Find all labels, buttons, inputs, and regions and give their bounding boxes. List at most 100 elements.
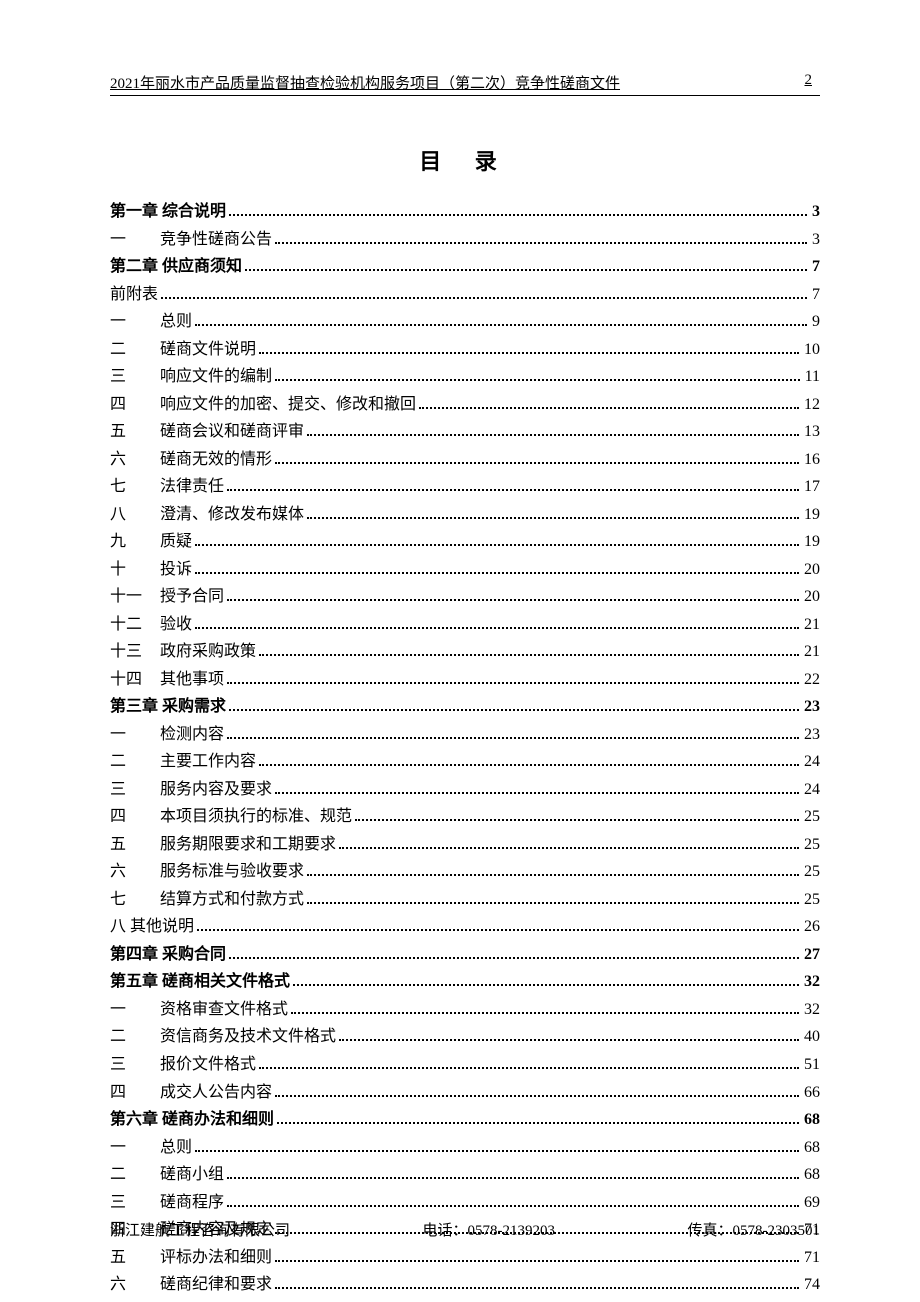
toc-leader bbox=[229, 203, 807, 216]
toc-entry-title: 总则 bbox=[160, 313, 192, 330]
toc-leader bbox=[259, 643, 799, 656]
toc-leader bbox=[227, 671, 799, 684]
toc-leader bbox=[275, 1084, 799, 1097]
toc-entry-title: 磋商文件说明 bbox=[160, 341, 256, 358]
toc-entry-label: 二磋商文件说明 bbox=[110, 336, 256, 364]
toc-leader bbox=[275, 781, 799, 794]
toc-row: 第三章 采购需求 23 bbox=[110, 693, 820, 721]
toc-row: 四成交人公告内容 66 bbox=[110, 1079, 820, 1107]
toc-entry-title: 竞争性磋商公告 bbox=[160, 231, 272, 248]
table-of-contents: 第一章 综合说明 3一竞争性磋商公告 3第二章 供应商须知 7前附表7一总则 9… bbox=[110, 198, 820, 1299]
toc-page-number: 27 bbox=[802, 941, 820, 969]
toc-page-number: 51 bbox=[802, 1051, 820, 1079]
toc-leader bbox=[339, 836, 799, 849]
header-page-number: 2 bbox=[805, 72, 821, 93]
toc-entry-title: 服务标准与验收要求 bbox=[160, 863, 304, 880]
toc-page-number: 23 bbox=[802, 721, 820, 749]
toc-entry-title: 总则 bbox=[160, 1139, 192, 1156]
toc-entry-label: 第二章 供应商须知 bbox=[110, 253, 242, 281]
toc-page-number: 21 bbox=[802, 611, 820, 639]
toc-entry-label: 第四章 采购合同 bbox=[110, 941, 226, 969]
toc-row: 二资信商务及技术文件格式 40 bbox=[110, 1023, 820, 1051]
toc-entry-title: 磋商办法和细则 bbox=[162, 1111, 274, 1128]
toc-leader bbox=[355, 809, 799, 822]
toc-row: 五磋商会议和磋商评审 13 bbox=[110, 418, 820, 446]
toc-entry-title: 政府采购政策 bbox=[160, 643, 256, 660]
toc-page-number: 68 bbox=[802, 1161, 820, 1189]
toc-entry-label: 五磋商会议和磋商评审 bbox=[110, 418, 304, 446]
toc-row: 十三政府采购政策 21 bbox=[110, 638, 820, 666]
toc-row: 一资格审查文件格式 32 bbox=[110, 996, 820, 1024]
toc-leader bbox=[419, 396, 799, 409]
toc-entry-title: 其他说明 bbox=[130, 918, 194, 935]
toc-entry-label: 三服务内容及要求 bbox=[110, 776, 272, 804]
toc-entry-label: 十一授予合同 bbox=[110, 583, 224, 611]
toc-page-number: 20 bbox=[802, 556, 820, 584]
toc-entry-label: 六服务标准与验收要求 bbox=[110, 858, 304, 886]
toc-page-number: 24 bbox=[802, 776, 820, 804]
toc-row: 七法律责任 17 bbox=[110, 473, 820, 501]
toc-entry-title: 服务期限要求和工期要求 bbox=[160, 836, 336, 853]
toc-entry-label: 第一章 综合说明 bbox=[110, 198, 226, 226]
toc-row: 七结算方式和付款方式 25 bbox=[110, 886, 820, 914]
toc-entry-label: 九质疑 bbox=[110, 528, 192, 556]
toc-entry-label: 三报价文件格式 bbox=[110, 1051, 256, 1079]
toc-entry-label: 四响应文件的加密、提交、修改和撤回 bbox=[110, 391, 416, 419]
toc-page-number: 3 bbox=[810, 198, 820, 226]
toc-row: 八澄清、修改发布媒体 19 bbox=[110, 501, 820, 529]
toc-page-number: 21 bbox=[802, 638, 820, 666]
toc-page-number: 11 bbox=[803, 363, 820, 391]
toc-entry-title: 本项目须执行的标准、规范 bbox=[160, 808, 352, 825]
toc-page-number: 20 bbox=[802, 583, 820, 611]
toc-entry-title: 磋商小组 bbox=[160, 1166, 224, 1183]
toc-entry-label: 七结算方式和付款方式 bbox=[110, 886, 304, 914]
toc-entry-label: 一检测内容 bbox=[110, 721, 224, 749]
toc-row: 第四章 采购合同 27 bbox=[110, 941, 820, 969]
toc-entry-title: 投诉 bbox=[160, 561, 192, 578]
toc-row: 二主要工作内容 24 bbox=[110, 748, 820, 776]
footer-phone: 电话：0578-2139203 bbox=[422, 1219, 555, 1240]
toc-row: 三磋商程序 69 bbox=[110, 1189, 820, 1217]
toc-entry-title: 采购需求 bbox=[162, 698, 226, 715]
toc-page-number: 32 bbox=[802, 968, 820, 996]
toc-entry-title: 采购合同 bbox=[162, 946, 226, 963]
toc-leader bbox=[227, 588, 799, 601]
toc-page-number: 13 bbox=[802, 418, 820, 446]
toc-entry-label: 十四其他事项 bbox=[110, 666, 224, 694]
toc-row: 九质疑 19 bbox=[110, 528, 820, 556]
footer-fax: 传真：0578-2303501 bbox=[687, 1219, 820, 1240]
toc-page-number: 19 bbox=[802, 528, 820, 556]
toc-page-number: 32 bbox=[802, 996, 820, 1024]
toc-entry-title: 磋商纪律和要求 bbox=[160, 1276, 272, 1293]
toc-leader bbox=[227, 726, 799, 739]
toc-entry-label: 一总则 bbox=[110, 308, 192, 336]
toc-leader bbox=[259, 341, 799, 354]
toc-row: 第一章 综合说明 3 bbox=[110, 198, 820, 226]
footer-company: 浙江建航工程咨询有限公司 bbox=[110, 1219, 290, 1240]
toc-entry-title: 法律责任 bbox=[160, 478, 224, 495]
toc-entry-label: 二主要工作内容 bbox=[110, 748, 256, 776]
toc-page-number: 7 bbox=[810, 281, 820, 309]
toc-leader bbox=[307, 506, 799, 519]
toc-leader bbox=[275, 451, 799, 464]
toc-entry-title: 成交人公告内容 bbox=[160, 1084, 272, 1101]
toc-leader bbox=[259, 754, 799, 767]
page-footer: 浙江建航工程咨询有限公司 电话：0578-2139203 传真：0578-230… bbox=[110, 1219, 820, 1240]
toc-row: 十投诉 20 bbox=[110, 556, 820, 584]
toc-row: 二磋商文件说明 10 bbox=[110, 336, 820, 364]
toc-page-number: 25 bbox=[802, 803, 820, 831]
toc-row: 四本项目须执行的标准、规范 25 bbox=[110, 803, 820, 831]
toc-leader bbox=[307, 423, 799, 436]
toc-leader bbox=[195, 561, 799, 574]
toc-page-number: 24 bbox=[802, 748, 820, 776]
toc-page-number: 71 bbox=[802, 1244, 820, 1272]
toc-row: 二磋商小组 68 bbox=[110, 1161, 820, 1189]
toc-leader bbox=[291, 1001, 799, 1014]
toc-page-number: 7 bbox=[810, 253, 820, 281]
toc-entry-label: 十三政府采购政策 bbox=[110, 638, 256, 666]
toc-row: 一总则 9 bbox=[110, 308, 820, 336]
toc-leader bbox=[195, 533, 799, 546]
toc-entry-label: 二资信商务及技术文件格式 bbox=[110, 1023, 336, 1051]
toc-page-number: 25 bbox=[802, 831, 820, 859]
toc-page-number: 40 bbox=[802, 1023, 820, 1051]
